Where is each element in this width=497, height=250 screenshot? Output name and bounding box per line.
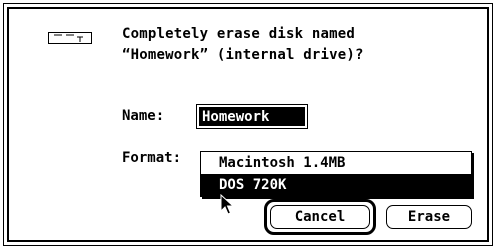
erase-button[interactable]: Erase: [386, 205, 472, 229]
format-option-macintosh[interactable]: Macintosh 1.4MB: [201, 152, 471, 174]
disk-name-input[interactable]: Homework: [196, 104, 308, 129]
floppy-disk-icon: [48, 32, 92, 44]
message-line-1: Completely erase disk named: [122, 26, 355, 42]
format-popup-menu[interactable]: Macintosh 1.4MB DOS 720K: [200, 151, 472, 197]
cancel-button[interactable]: Cancel: [270, 205, 370, 229]
name-label: Name:: [122, 108, 165, 124]
disk-name-value: Homework: [199, 107, 305, 126]
format-label: Format:: [122, 150, 182, 166]
erase-message: Completely erase disk named “Homework” (…: [122, 24, 364, 66]
arrow-cursor-icon: [220, 194, 235, 215]
format-option-dos[interactable]: DOS 720K: [201, 174, 471, 196]
message-line-2: “Homework” (internal drive)?: [122, 47, 364, 63]
